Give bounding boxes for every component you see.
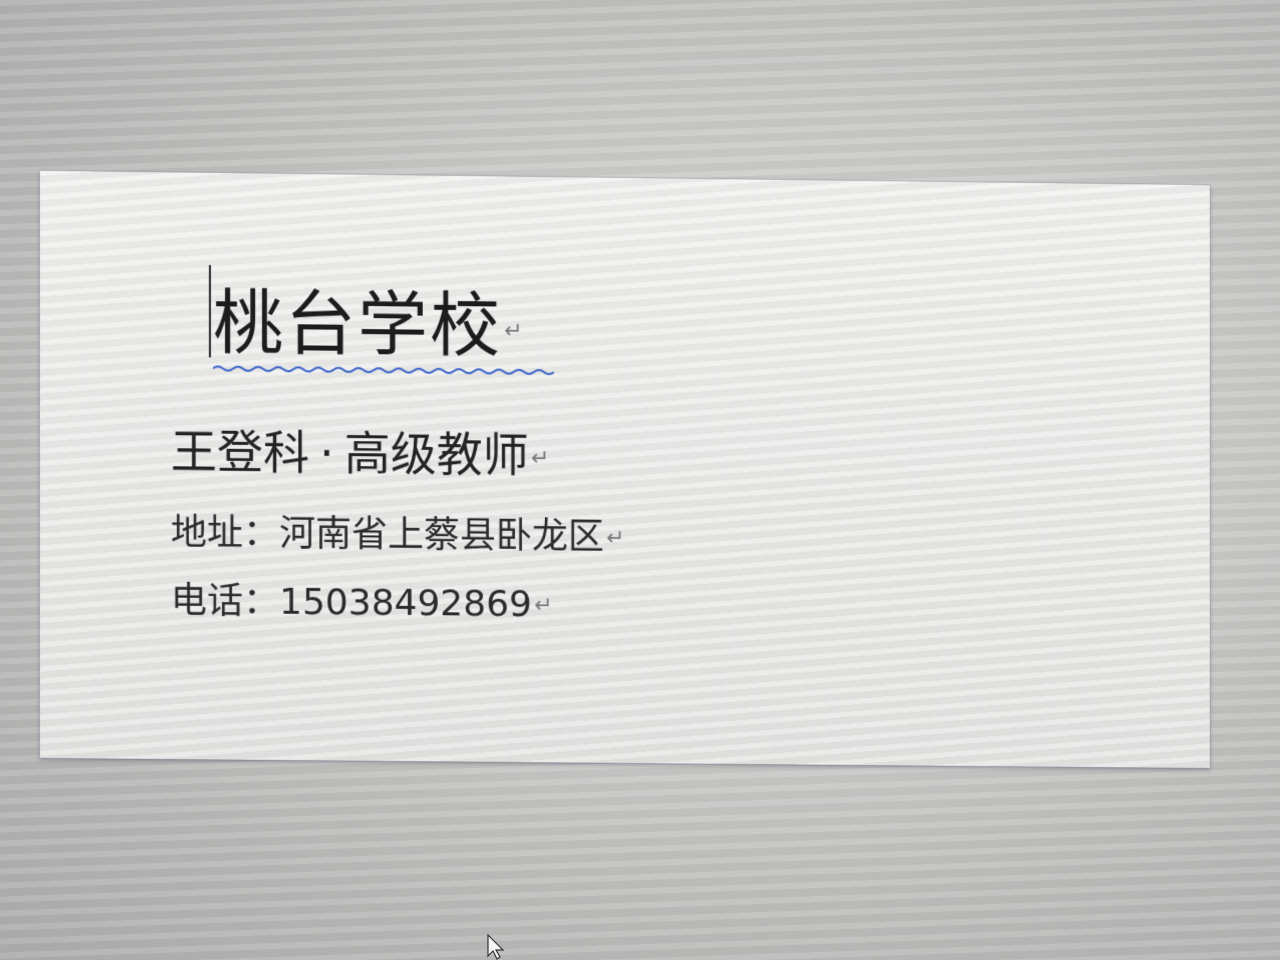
phone-label: 电话：	[171, 581, 280, 623]
phone-line[interactable]: 电话：15038492869↵	[171, 579, 553, 630]
name-separator: ·	[319, 426, 334, 480]
name-title-line[interactable]: 王登科 · 高级教师↵	[171, 421, 549, 489]
school-name-text: 桃台学校	[213, 282, 502, 367]
document-canvas: 桃台学校 ↵ 王登科 · 高级教师↵ 地址：河南省上蔡县卧龙区↵ 电话：1503849…	[0, 0, 1280, 960]
paragraph-mark-icon: ↵	[606, 526, 624, 551]
paragraph-mark-icon: ↵	[534, 593, 552, 618]
paragraph-mark-icon: ↵	[504, 319, 524, 344]
person-name: 王登科	[171, 424, 310, 480]
address-value: 河南省上蔡县卧龙区	[279, 513, 604, 557]
business-card-page[interactable]: 桃台学校 ↵ 王登科 · 高级教师↵ 地址：河南省上蔡县卧龙区↵ 电话：1503849…	[40, 171, 1210, 768]
school-name[interactable]: 桃台学校	[213, 278, 502, 371]
paragraph-mark-icon: ↵	[531, 445, 549, 470]
address-line[interactable]: 地址：河南省上蔡县卧龙区↵	[171, 510, 625, 562]
person-title: 高级教师	[344, 426, 528, 482]
mouse-pointer-icon	[486, 934, 506, 960]
text-cursor	[209, 265, 211, 357]
phone-value: 15038492869	[279, 582, 532, 625]
address-label: 地址：	[171, 512, 280, 554]
spellcheck-underline	[213, 364, 554, 376]
school-line[interactable]: 桃台学校 ↵	[209, 265, 524, 377]
